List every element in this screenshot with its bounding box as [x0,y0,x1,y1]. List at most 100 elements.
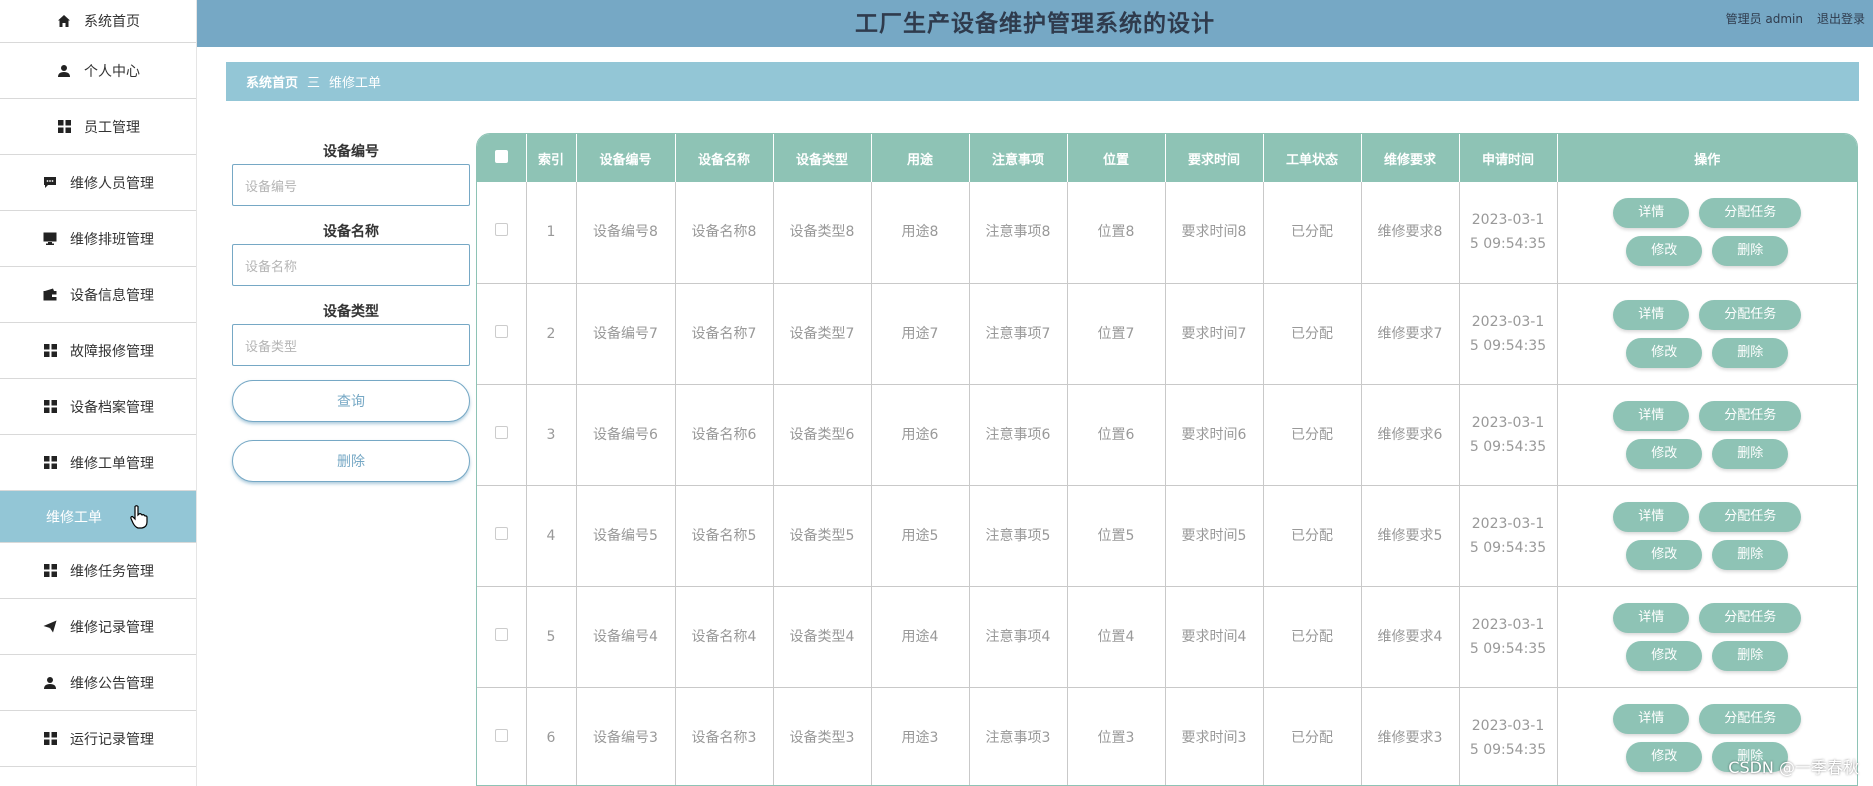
send-icon [42,619,58,635]
row-select-cell[interactable] [477,182,527,284]
select-all-checkbox[interactable] [494,149,508,163]
cell-type: 设备类型7 [773,283,872,385]
device-name-label: 设备名称 [323,224,379,240]
sidebar-item-label: 维修人员管理 [70,175,154,192]
edit-button[interactable]: 修改 [1626,337,1703,368]
cell-name: 设备名称5 [675,485,774,587]
sidebar-item[interactable]: 维修排班管理 [0,211,196,267]
row-select-cell[interactable] [477,283,527,385]
apply-time-line-2: 5 09:54:35 [1469,741,1547,758]
cell-type: 设备类型6 [773,384,872,486]
cell-use: 用途8 [871,182,970,284]
table-row: 5 设备编号4 设备名称4 设备类型4 用途4 注意事项4 位置4 要求时间4 已分配 维修要求4… [477,586,1857,688]
detail-button[interactable]: 详情 [1613,299,1690,330]
sidebar-item-label: 维修排班管理 [70,231,154,248]
row-checkbox[interactable] [494,425,508,439]
sidebar-item-label: 个人中心 [84,63,140,80]
delete-button[interactable]: 删除 [1712,438,1789,469]
detail-button[interactable]: 详情 [1613,602,1690,633]
sidebar-item-label: 维修工单 [46,509,102,526]
detail-button[interactable]: 详情 [1613,400,1690,431]
row-select-cell[interactable] [477,687,527,785]
row-select-cell[interactable] [477,586,527,688]
cell-note: 注意事项5 [969,485,1068,587]
device-code-input[interactable] [232,164,470,206]
cell-status: 已分配 [1263,283,1362,385]
edit-button[interactable]: 修改 [1626,741,1703,772]
sidebar-item[interactable]: 维修人员管理 [0,155,196,211]
sidebar-item[interactable]: 故障报修管理 [0,323,196,379]
delete-button[interactable]: 删除 [1712,337,1789,368]
sidebar-item[interactable]: 个人中心 [0,43,196,99]
sidebar-item[interactable]: 维修记录管理 [0,599,196,655]
edit-button[interactable]: 修改 [1626,539,1703,570]
sidebar-item-label: 维修工单管理 [70,455,154,472]
edit-button[interactable]: 修改 [1626,640,1703,671]
cell-note: 注意事项3 [969,687,1068,785]
row-checkbox[interactable] [494,627,508,641]
assign-task-button[interactable]: 分配任务 [1699,703,1802,734]
row-checkbox[interactable] [494,728,508,742]
table-row: 6 设备编号3 设备名称3 设备类型3 用途3 注意事项3 位置3 要求时间3 已分配 维修要求3… [477,687,1857,785]
delete-button[interactable]: 删除 [1712,236,1789,267]
batch-delete-button[interactable]: 删除 [232,440,470,482]
breadcrumb-home[interactable]: 系统首页 [246,72,298,91]
sidebar-item[interactable]: 维修工单管理 [0,435,196,491]
cell-index: 6 [526,687,577,785]
table-row: 1 设备编号8 设备名称8 设备类型8 用途8 注意事项8 位置8 要求时间8 已分配 维修要求8… [477,182,1857,284]
cell-code: 设备编号8 [576,182,676,284]
logout-link[interactable]: 退出登录 [1817,10,1865,27]
col-header: 设备名称 [675,134,774,182]
cell-index: 2 [526,283,577,385]
table-header-row: 索引 设备编号 设备名称 设备类型 用途 注意事项 位置 要求时间 工单状态 维… [477,134,1857,182]
cell-note: 注意事项4 [969,586,1068,688]
device-type-input[interactable] [232,324,470,366]
row-checkbox[interactable] [494,324,508,338]
sidebar-item[interactable]: 员工管理 [0,99,196,155]
grid-icon [56,119,72,135]
edit-button[interactable]: 修改 [1626,236,1703,267]
sidebar-item[interactable]: 运行记录管理 [0,711,196,767]
cell-code: 设备编号4 [576,586,676,688]
assign-task-button[interactable]: 分配任务 [1699,299,1802,330]
assign-task-button[interactable]: 分配任务 [1699,198,1802,229]
admin-user-label: 管理员 admin [1725,12,1803,26]
detail-button[interactable]: 详情 [1613,501,1690,532]
cell-code: 设备编号7 [576,283,676,385]
cell-actions: 详情 分配任务修改 删除 [1557,586,1857,688]
sidebar-item-label: 维修公告管理 [70,675,154,692]
cell-type: 设备类型8 [773,182,872,284]
cell-actions: 详情 分配任务修改 删除 [1557,182,1857,284]
detail-button[interactable]: 详情 [1613,703,1690,734]
device-type-label: 设备类型 [323,304,379,320]
delete-button[interactable]: 删除 [1712,640,1789,671]
assign-task-button[interactable]: 分配任务 [1699,501,1802,532]
row-checkbox[interactable] [494,223,508,237]
device-name-input[interactable] [232,244,470,286]
sidebar-item[interactable]: 维修任务管理 [0,543,196,599]
assign-task-button[interactable]: 分配任务 [1699,602,1802,633]
assign-task-button[interactable]: 分配任务 [1699,400,1802,431]
col-header: 设备编号 [576,134,676,182]
row-select-cell[interactable] [477,485,527,587]
row-select-cell[interactable] [477,384,527,486]
detail-button[interactable]: 详情 [1613,198,1690,229]
cell-location: 位置6 [1067,384,1166,486]
cell-apply-time: 2023-03-1 5 09:54:35 [1459,182,1558,284]
cell-apply-time: 2023-03-1 5 09:54:35 [1459,384,1558,486]
sidebar-item-label: 员工管理 [84,119,140,136]
row-checkbox[interactable] [494,526,508,540]
query-button[interactable]: 查询 [232,380,470,422]
user-icon [42,675,58,691]
delete-button[interactable]: 删除 [1712,539,1789,570]
cell-name: 设备名称7 [675,283,774,385]
sidebar-item[interactable]: 设备档案管理 [0,379,196,435]
select-all-cell[interactable] [477,134,527,182]
sidebar-item[interactable]: 设备信息管理 [0,267,196,323]
cell-repair-req: 维修要求8 [1361,182,1460,284]
sidebar-item[interactable]: 维修公告管理 [0,655,196,711]
cell-location: 位置5 [1067,485,1166,587]
sidebar-item[interactable]: 系统首页 [0,0,196,43]
edit-button[interactable]: 修改 [1626,438,1703,469]
sidebar-item[interactable]: 维修工单 [0,491,196,543]
